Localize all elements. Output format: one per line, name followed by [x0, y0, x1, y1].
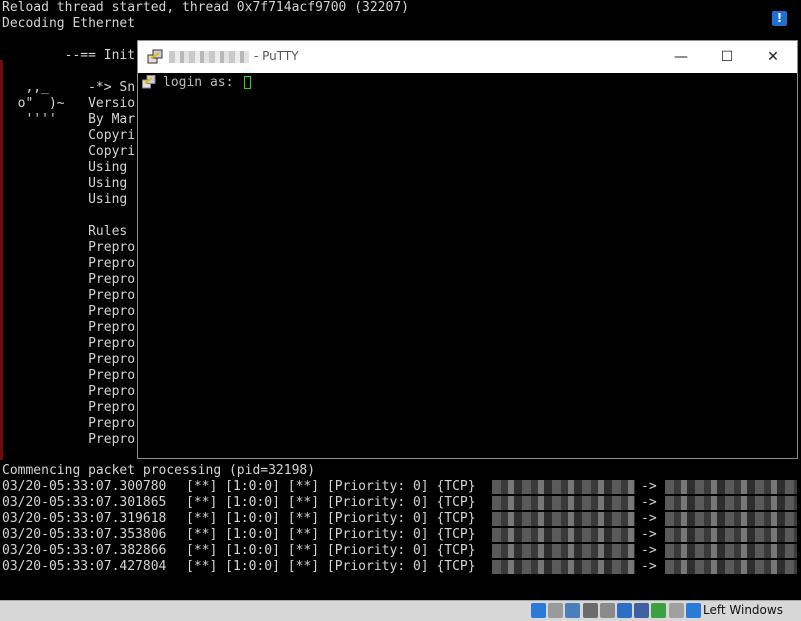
alert-signature: [**] [1:0:0] [**] [Priority: 0] {TCP}	[186, 495, 476, 510]
alert-timestamp: 03/20-05:33:07.300780	[2, 479, 167, 494]
commencing-line: Commencing packet processing (pid=32198)	[2, 463, 316, 478]
terminal-line: Prepro	[2, 304, 136, 319]
alert-signature: [**] [1:0:0] [**] [Priority: 0] {TCP}	[186, 511, 476, 526]
terminal-line: ,,_ -*> Sn	[2, 80, 136, 95]
terminal-line: Prepro	[2, 416, 136, 431]
redacted-destination-address	[665, 512, 797, 526]
redacted-source-address	[492, 496, 635, 510]
alert-arrow: ->	[641, 511, 657, 526]
terminal-line: '''' By Mar	[2, 112, 136, 127]
terminal-line: Prepro	[2, 240, 136, 255]
alert-signature: [**] [1:0:0] [**] [Priority: 0] {TCP}	[186, 479, 476, 494]
terminal-line: Prepro	[2, 288, 136, 303]
alert-arrow: ->	[641, 495, 657, 510]
redacted-destination-address	[665, 528, 797, 542]
putty-session-icon	[142, 75, 156, 89]
terminal-line: Prepro	[2, 272, 136, 287]
alert-timestamp: 03/20-05:33:07.353806	[2, 527, 167, 542]
terminal-line: Rules	[2, 224, 136, 239]
terminal-line: Using	[2, 192, 136, 207]
terminal-line: Prepro	[2, 400, 136, 415]
alert-arrow: ->	[641, 527, 657, 542]
shared-folder-icon[interactable]	[599, 603, 615, 618]
text-cursor[interactable]	[244, 76, 251, 89]
terminal-line: Reload thread started, thread 0x7f714acf…	[2, 0, 409, 15]
redacted-source-address	[492, 528, 635, 542]
terminal-line: o" )~ Versio	[2, 96, 136, 111]
putty-terminal[interactable]: login as:	[138, 73, 797, 458]
terminal-line: --== Init	[2, 48, 136, 63]
vm-status-bar: Left Windows	[0, 600, 801, 621]
notification-flag-icon[interactable]: !	[772, 11, 787, 26]
alert-timestamp: 03/20-05:33:07.301865	[2, 495, 167, 510]
maximize-button[interactable]: ☐	[704, 41, 750, 73]
terminal-line: Decoding Ethernet	[2, 16, 136, 31]
redacted-destination-address	[665, 480, 797, 494]
display-icon[interactable]	[582, 603, 598, 618]
redacted-source-address	[492, 512, 635, 526]
download-icon[interactable]	[685, 603, 701, 618]
terminal-line: Prepro	[2, 432, 136, 447]
mouse-integration-icon[interactable]	[668, 603, 684, 618]
monitor-icon[interactable]	[617, 603, 632, 618]
terminal-line: Copyri	[2, 128, 136, 143]
alert-timestamp: 03/20-05:33:07.382866	[2, 543, 167, 558]
optical-drive-icon[interactable]	[548, 603, 564, 618]
login-prompt: login as:	[163, 75, 242, 90]
redacted-source-address	[492, 544, 635, 558]
cpu-icon[interactable]	[651, 603, 667, 618]
alert-timestamp: 03/20-05:33:07.427804	[2, 559, 167, 574]
terminal-line: Prepro	[2, 336, 136, 351]
alert-timestamp: 03/20-05:33:07.319618	[2, 511, 167, 526]
usb-icon[interactable]	[565, 603, 581, 618]
redacted-source-address	[492, 480, 635, 494]
terminal-line: Using	[2, 176, 136, 191]
alert-signature: [**] [1:0:0] [**] [Priority: 0] {TCP}	[186, 543, 476, 558]
terminal-line: Prepro	[2, 368, 136, 383]
terminal-line: Prepro	[2, 384, 136, 399]
close-button[interactable]: ✕	[750, 41, 796, 73]
terminal-line: Prepro	[2, 256, 136, 271]
minimize-button[interactable]: —	[658, 41, 704, 73]
redacted-source-address	[492, 560, 635, 574]
redacted-destination-address	[665, 560, 797, 574]
terminal-line: Copyri	[2, 144, 136, 159]
alert-arrow: ->	[641, 479, 657, 494]
alert-signature: [**] [1:0:0] [**] [Priority: 0] {TCP}	[186, 559, 476, 574]
terminal-line: Prepro	[2, 320, 136, 335]
video-capture-icon[interactable]	[634, 603, 650, 618]
putty-icon	[147, 49, 163, 64]
redacted-destination-address	[665, 544, 797, 558]
alert-arrow: ->	[641, 559, 657, 574]
terminal-line: Using	[2, 160, 136, 175]
putty-title: - PuTTY	[254, 49, 299, 63]
alert-signature: [**] [1:0:0] [**] [Priority: 0] {TCP}	[186, 527, 476, 542]
network-icon[interactable]	[531, 603, 546, 618]
host-key-label: Left Windows	[703, 603, 783, 617]
putty-window[interactable]: - PuTTY — ☐ ✕ login as:	[137, 40, 798, 459]
redacted-host-name	[169, 51, 249, 63]
terminal-line: Prepro	[2, 352, 136, 367]
redacted-destination-address	[665, 496, 797, 510]
alert-arrow: ->	[641, 543, 657, 558]
putty-titlebar[interactable]: - PuTTY — ☐ ✕	[138, 41, 797, 73]
